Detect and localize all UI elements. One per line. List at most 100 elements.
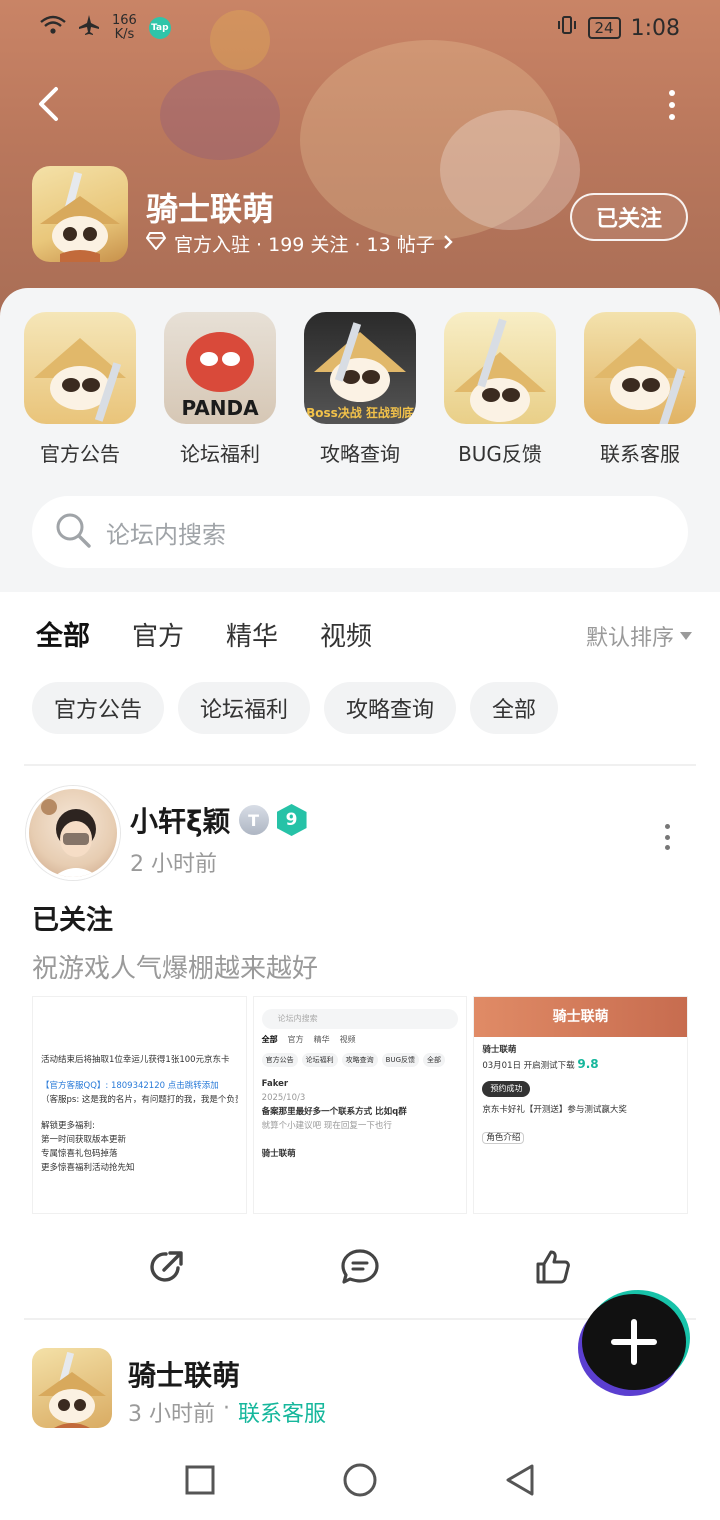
welfare-icon: PANDA bbox=[164, 312, 276, 424]
shortcut-welfare[interactable]: PANDA 论坛福利 bbox=[160, 312, 280, 467]
forum-search-bar[interactable]: 论坛内搜索 bbox=[32, 496, 688, 568]
image-text: 2025/10/3 bbox=[261, 1093, 306, 1103]
avatar[interactable] bbox=[26, 786, 120, 880]
image-tabs: 全部 官方 精华 视频 bbox=[262, 1033, 459, 1047]
shortcut-customer-service[interactable]: 联系客服 bbox=[580, 312, 700, 467]
like-button[interactable] bbox=[523, 1240, 583, 1294]
comment-button[interactable] bbox=[330, 1240, 390, 1294]
system-back-button[interactable] bbox=[495, 1455, 545, 1505]
square-icon bbox=[185, 1465, 215, 1495]
forum-avatar bbox=[32, 166, 128, 262]
image-text: 全部 bbox=[423, 1053, 446, 1067]
image-text: 论坛福利 bbox=[301, 1053, 338, 1067]
post-author-name[interactable]: 小轩ξ颖 bbox=[130, 800, 231, 840]
chip-welfare[interactable]: 论坛福利 bbox=[178, 682, 311, 734]
shortcut-label: BUG反馈 bbox=[458, 442, 542, 466]
shortcut-bug-feedback[interactable]: BUG反馈 bbox=[440, 312, 560, 467]
back-button[interactable] bbox=[36, 84, 72, 124]
recents-button[interactable] bbox=[175, 1455, 225, 1505]
filter-chips: 官方公告 论坛福利 攻略查询 全部 bbox=[32, 682, 559, 734]
banner-art-shape bbox=[440, 110, 580, 230]
image-text: 就算个小建议吧 现在回复一下也行 bbox=[261, 1121, 392, 1131]
tab-all[interactable]: 全部 bbox=[36, 614, 90, 657]
sort-dropdown[interactable]: 默认排序 bbox=[586, 620, 692, 652]
separator: · bbox=[223, 1396, 230, 1421]
sort-label: 默认排序 bbox=[585, 626, 674, 651]
diamond-icon bbox=[145, 232, 167, 255]
post-time-row: 3 小时前 · 联系客服 bbox=[128, 1396, 326, 1428]
image-text: 全部 bbox=[261, 1035, 278, 1044]
chevron-right-icon bbox=[443, 233, 453, 255]
search-placeholder: 论坛内搜索 bbox=[106, 520, 226, 549]
post-image-3[interactable]: 骑士联萌 骑士联萌 03月01日 开启测试下载 9.8 预约成功 京东卡好礼【开… bbox=[473, 996, 688, 1214]
back-arrow-icon bbox=[39, 87, 58, 121]
image-text: 京东卡好礼【开测送】参与测试赢大奖 bbox=[482, 1105, 627, 1115]
post-more-button[interactable] bbox=[662, 824, 672, 850]
avatar[interactable] bbox=[32, 1348, 112, 1428]
post-image-2[interactable]: 论坛内搜索 全部 官方 精华 视频 官方公告 论坛福利 攻略查询 BUG反馈 全… bbox=[252, 996, 468, 1214]
shortcut-label: 论坛福利 bbox=[180, 442, 260, 466]
status-time: 1:08 bbox=[630, 15, 680, 41]
thumbs-up-icon bbox=[536, 1250, 571, 1284]
shortcut-announcement[interactable]: 官方公告 bbox=[20, 312, 140, 467]
level-badge: 9 bbox=[276, 804, 307, 836]
follow-button[interactable]: 已关注 bbox=[570, 193, 688, 241]
image-text: （客服ps: 这是我的名片，有问题打的我，我是个负责的人） bbox=[41, 1095, 238, 1105]
image-text: 攻略查询 bbox=[341, 1053, 378, 1067]
triangle-back-icon bbox=[506, 1464, 534, 1496]
forum-shortcut-panel: 官方公告 PANDA 论坛福利 Boss决战 狂战到底 攻略查询 BUG反馈 联… bbox=[0, 288, 720, 592]
image-text: 活动结束后将抽取1位幸运儿获得1张100元京东卡 bbox=[41, 1055, 230, 1065]
forum-meta-text: 官方入驻 · 199 关注 · 13 帖子 bbox=[174, 234, 435, 256]
more-options-button[interactable] bbox=[664, 90, 680, 120]
image-search: 论坛内搜索 bbox=[261, 1009, 459, 1029]
comment-icon bbox=[341, 1249, 379, 1284]
image-text: Faker bbox=[261, 1079, 289, 1089]
tab-featured[interactable]: 精华 bbox=[226, 616, 278, 653]
image-text: 官方公告 bbox=[261, 1053, 298, 1067]
network-speed-value: 166 bbox=[112, 13, 137, 28]
forum-header-banner: 166 K/s Tap 24 1:08 骑士联萌 官方入驻 · 199 关注 ·… bbox=[0, 0, 720, 330]
guide-caption: Boss决战 狂战到底 bbox=[306, 406, 414, 420]
tab-video[interactable]: 视频 bbox=[320, 616, 372, 653]
airplane-icon bbox=[78, 14, 100, 42]
image-text: 03月01日 开启测试下载 bbox=[482, 1061, 575, 1071]
share-icon bbox=[150, 1251, 183, 1282]
bug-feedback-icon bbox=[444, 312, 556, 424]
welfare-caption: PANDA bbox=[181, 396, 259, 420]
shortcut-guide[interactable]: Boss决战 狂战到底 攻略查询 bbox=[300, 312, 420, 467]
status-bar: 166 K/s Tap 24 1:08 bbox=[0, 0, 720, 56]
image-banner: 骑士联萌 bbox=[474, 997, 688, 1037]
system-nav-bar bbox=[0, 1440, 720, 1520]
post-category-tag[interactable]: 联系客服 bbox=[238, 1396, 326, 1428]
post-body[interactable]: 祝游戏人气爆棚越来越好 bbox=[32, 948, 318, 985]
tab-official[interactable]: 官方 bbox=[132, 616, 184, 653]
chip-announcement[interactable]: 官方公告 bbox=[32, 682, 165, 734]
guide-icon: Boss决战 狂战到底 bbox=[304, 312, 416, 424]
chip-guide[interactable]: 攻略查询 bbox=[324, 682, 457, 734]
image-text: 官方 bbox=[287, 1035, 304, 1044]
image-text: 骑士联萌 bbox=[482, 1045, 517, 1055]
tap-app-icon: Tap bbox=[148, 17, 171, 39]
image-text: BUG反馈 bbox=[381, 1053, 420, 1067]
image-text: 【官方客服QQ】: 1809342120 点击跳转添加 bbox=[41, 1081, 219, 1091]
banner-art-shape bbox=[160, 70, 280, 160]
shortcut-row: 官方公告 PANDA 论坛福利 Boss决战 狂战到底 攻略查询 BUG反馈 联… bbox=[0, 312, 720, 467]
circle-icon bbox=[343, 1463, 377, 1497]
post-image-gallery: 活动结束后将抽取1位幸运儿获得1张100元京东卡 【官方客服QQ】: 18093… bbox=[32, 996, 688, 1214]
forum-meta[interactable]: 官方入驻 · 199 关注 · 13 帖子 bbox=[145, 230, 453, 257]
share-button[interactable] bbox=[137, 1240, 197, 1294]
home-button[interactable] bbox=[335, 1455, 385, 1505]
search-icon bbox=[54, 511, 92, 553]
post-author-row: 小轩ξ颖 T 9 bbox=[130, 800, 307, 840]
post-author-name[interactable]: 骑士联萌 bbox=[128, 1354, 240, 1394]
shortcut-label: 联系客服 bbox=[600, 442, 680, 466]
image-text: 第一时间获取版本更新 bbox=[41, 1135, 127, 1145]
chip-all[interactable]: 全部 bbox=[470, 682, 559, 734]
post-image-1[interactable]: 活动结束后将抽取1位幸运儿获得1张100元京东卡 【官方客服QQ】: 18093… bbox=[32, 996, 247, 1214]
content-tabs: 全部 官方 精华 视频 bbox=[36, 614, 372, 657]
shortcut-label: 官方公告 bbox=[40, 442, 120, 466]
create-post-button[interactable] bbox=[582, 1294, 686, 1390]
post-title[interactable]: 已关注 bbox=[32, 898, 113, 937]
announcement-icon bbox=[24, 312, 136, 424]
image-text: 解锁更多福利: bbox=[41, 1121, 95, 1131]
